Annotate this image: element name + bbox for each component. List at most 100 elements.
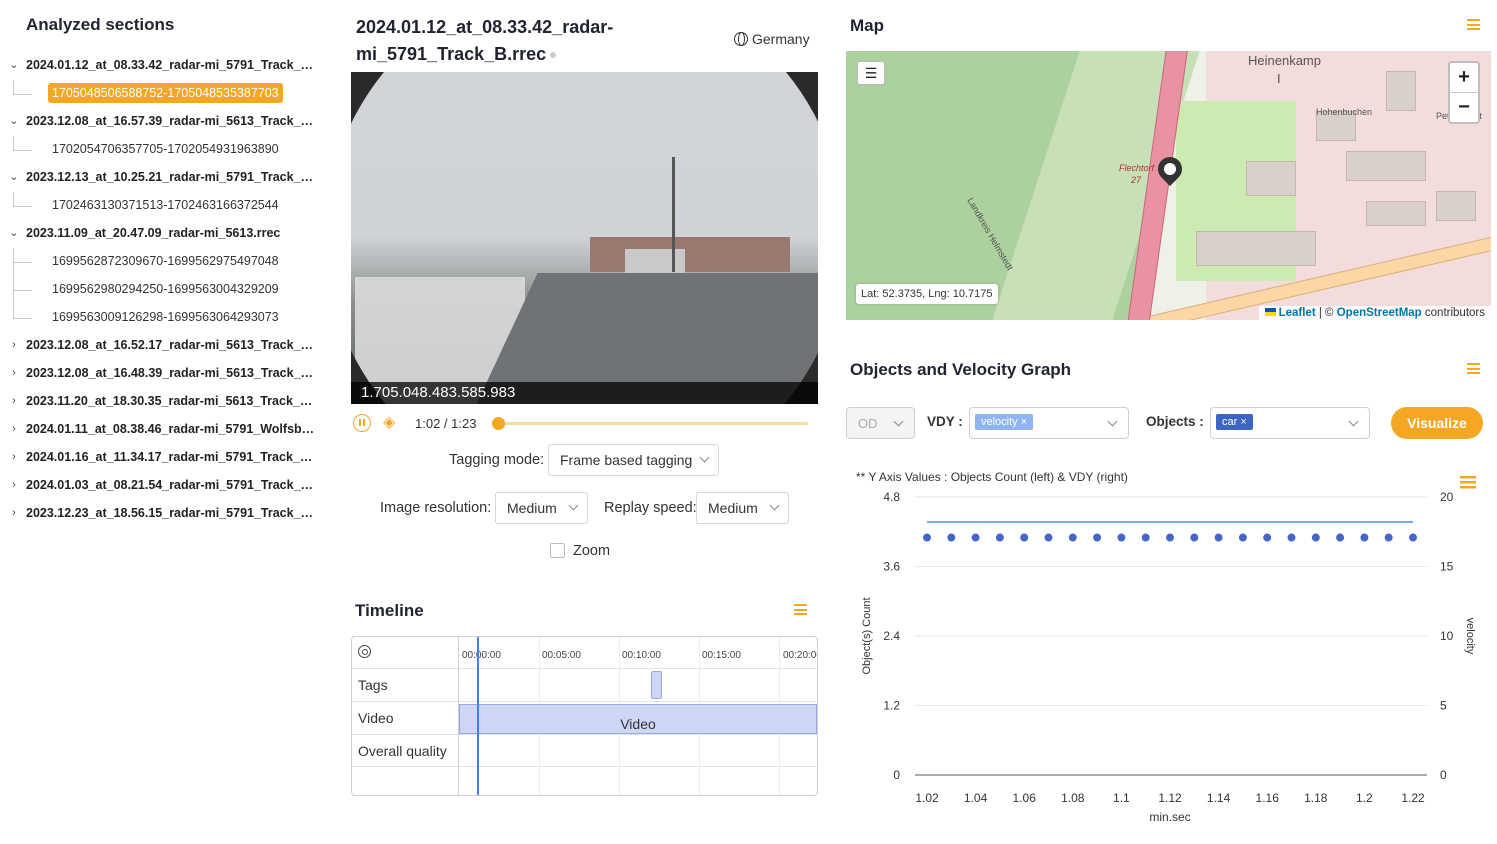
map-place-label: Heinenkamp xyxy=(1248,53,1321,68)
chevron-down-icon xyxy=(699,452,710,463)
tree-group-label: 2024.01.16_at_11.34.17_radar-mi_5791_Tra… xyxy=(26,450,318,464)
file-title-text: 2024.01.12_at_08.33.42_radar-mi_5791_Tra… xyxy=(356,17,614,64)
tree-group-item[interactable]: ⌄ 2023.12.08_at_16.57.39_radar-mi_5613_Tr… xyxy=(0,108,330,136)
x-tick-label: 1.2 xyxy=(1356,791,1373,805)
region-label: Germany xyxy=(752,31,810,47)
tree-leaf-label: 1702054706357705-1702054931963890 xyxy=(52,142,279,156)
tree-leaf-label: 1705048506588752-1705048535387703 xyxy=(48,83,283,103)
tree-group-label: 2023.12.08_at_16.57.39_radar-mi_5613_Tra… xyxy=(26,114,318,128)
chevron-down-icon[interactable]: ⌄ xyxy=(8,59,20,71)
map-attribution: Leaflet | © OpenStreetMap contributors xyxy=(1258,306,1491,320)
seek-handle[interactable] xyxy=(492,417,505,430)
tree-group-item[interactable]: › 2024.01.03_at_08.21.54_radar-mi_5791_Tr… xyxy=(0,472,330,500)
tree-group-item[interactable]: › 2023.12.08_at_16.52.17_radar-mi_5613_Tr… xyxy=(0,332,330,360)
x-axis-label: min.sec xyxy=(1149,810,1190,824)
x-tick-label: 1.02 xyxy=(915,791,939,805)
timeline-menu-icon[interactable] xyxy=(794,604,807,615)
timeline-tick-label: 00:05:00 xyxy=(542,650,581,661)
timeline-row-label: Tags xyxy=(358,677,388,693)
tree-leaf-item[interactable]: 1702054706357705-1702054931963890 xyxy=(0,136,330,164)
status-dot-icon xyxy=(550,52,557,59)
tree-group-item[interactable]: › 2023.12.08_at_16.48.39_radar-mi_5613_Tr… xyxy=(0,360,330,388)
timeline-cursor[interactable] xyxy=(477,637,479,795)
chevron-right-icon[interactable]: › xyxy=(8,395,20,407)
chevron-down-icon xyxy=(568,500,579,511)
tagging-mode-value: Frame based tagging xyxy=(560,452,693,468)
objects-label: Objects : xyxy=(1146,414,1204,429)
image-resolution-select[interactable]: Medium xyxy=(495,492,588,524)
zoom-checkbox[interactable] xyxy=(550,543,565,558)
chevron-down-icon[interactable]: ⌄ xyxy=(8,171,20,183)
objects-select[interactable]: car × xyxy=(1210,407,1370,439)
car-chip[interactable]: car × xyxy=(1216,414,1253,430)
timeline-grid: Tags Video Overall quality 00:00:00 00:0… xyxy=(351,636,818,796)
tree-leaf-item[interactable]: 1702463130371513-1702463166372544 xyxy=(0,192,330,220)
tree-leaf-item[interactable]: 1699562872309670-1699562975497048 xyxy=(0,248,330,276)
tree-group-item[interactable]: ⌄ 2024.01.12_at_08.33.42_radar-mi_5791_Tr… xyxy=(0,52,330,80)
tree-group-item[interactable]: › 2024.01.11_at_08.38.46_radar-mi_5791_Wo… xyxy=(0,416,330,444)
tag-icon[interactable]: ◈ xyxy=(383,414,401,432)
chevron-right-icon[interactable]: › xyxy=(8,367,20,379)
pause-icon[interactable] xyxy=(353,414,371,432)
attribution-tail: contributors xyxy=(1421,307,1485,319)
chevron-down-icon xyxy=(1107,416,1118,427)
osm-link[interactable]: OpenStreetMap xyxy=(1337,307,1422,319)
timeline-row-tags: Tags xyxy=(352,669,817,702)
chevron-right-icon[interactable]: › xyxy=(8,479,20,491)
tree-group-item[interactable]: › 2024.01.16_at_11.34.17_radar-mi_5791_Tr… xyxy=(0,444,330,472)
data-point xyxy=(1287,533,1296,542)
tree-group-item[interactable]: ⌄ 2023.12.13_at_10.25.21_radar-mi_5791_Tr… xyxy=(0,164,330,192)
zoom-label: Zoom xyxy=(573,543,611,559)
tree-leaf-item[interactable]: 1699563009126298-1699563064293073 xyxy=(0,304,330,332)
map-menu-icon[interactable] xyxy=(1467,19,1480,30)
zoom-in-button[interactable]: + xyxy=(1450,63,1478,92)
tree-leaf-item[interactable]: 1699562980294250-1699563004329209 xyxy=(0,276,330,304)
data-point xyxy=(1360,533,1369,542)
map-place-label: I xyxy=(1277,71,1281,86)
chevron-down-icon[interactable]: ⌄ xyxy=(8,227,20,239)
y-tick-label: 0 xyxy=(893,768,900,782)
zoom-out-button[interactable]: − xyxy=(1450,92,1478,121)
visualize-button[interactable]: Visualize xyxy=(1391,407,1483,439)
x-tick-label: 1.1 xyxy=(1113,791,1130,805)
objects-velocity-chart: ** Y Axis Values : Objects Count (left) … xyxy=(840,460,1497,844)
od-value: OD xyxy=(858,416,878,431)
data-point xyxy=(1166,533,1174,542)
tree-group-item[interactable]: ⌄ 2023.11.09_at_20.47.09_radar-mi_5613.rr… xyxy=(0,220,330,248)
tag-block[interactable] xyxy=(651,671,662,699)
map-place-label: Hohenbuchen xyxy=(1316,107,1373,117)
vdy-select[interactable]: velocity × xyxy=(969,407,1129,439)
analyzed-sections-panel: Analyzed sections ⌄ 2024.01.12_at_08.33.4… xyxy=(0,0,330,844)
od-select[interactable]: OD xyxy=(846,407,915,439)
map-view[interactable]: Heinenkamp I Flechtorf 27 Hohenbuchen Pe… xyxy=(846,51,1491,320)
x-tick-label: 1.12 xyxy=(1158,791,1182,805)
data-point xyxy=(1214,533,1223,542)
tree-group-item[interactable]: › 2023.12.23_at_18.56.15_radar-mi_5791_Tr… xyxy=(0,500,330,528)
velocity-chip[interactable]: velocity × xyxy=(975,414,1034,430)
replay-speed-select[interactable]: Medium xyxy=(696,492,789,524)
x-tick-label: 1.04 xyxy=(964,791,988,805)
chevron-right-icon[interactable]: › xyxy=(8,451,20,463)
tree-group-item[interactable]: › 2023.11.20_at_18.30.35_radar-mi_5613_Tr… xyxy=(0,388,330,416)
gear-icon[interactable] xyxy=(358,645,371,658)
timeline-tick-label: 00:00:00 xyxy=(462,650,501,661)
data-point xyxy=(1044,533,1053,542)
graph-menu-icon[interactable] xyxy=(1467,363,1480,374)
video-block[interactable]: Video xyxy=(459,704,817,734)
data-point xyxy=(1068,533,1077,542)
tree-leaf-item[interactable]: 1705048506588752-1705048535387703 xyxy=(0,80,330,108)
region-selector[interactable]: Germany xyxy=(734,31,810,47)
chevron-right-icon[interactable]: › xyxy=(8,339,20,351)
tree-group-label: 2024.01.03_at_08.21.54_radar-mi_5791_Tra… xyxy=(26,478,318,492)
chevron-right-icon[interactable]: › xyxy=(8,423,20,435)
video-frame[interactable]: 1.705.048.483.585.983 xyxy=(351,72,818,404)
leaflet-link[interactable]: Leaflet xyxy=(1279,307,1316,319)
tree-leaf-label: 1699563009126298-1699563064293073 xyxy=(52,310,279,324)
seek-bar[interactable] xyxy=(498,422,808,425)
layers-button[interactable]: ☰ xyxy=(857,61,885,85)
tagging-mode-select[interactable]: Frame based tagging xyxy=(548,444,719,476)
chevron-right-icon[interactable]: › xyxy=(8,507,20,519)
tree-group-label: 2023.12.23_at_18.56.15_radar-mi_5791_Tra… xyxy=(26,506,318,520)
player-panel: 2024.01.12_at_08.33.42_radar-mi_5791_Tra… xyxy=(350,0,820,844)
chevron-down-icon[interactable]: ⌄ xyxy=(8,115,20,127)
